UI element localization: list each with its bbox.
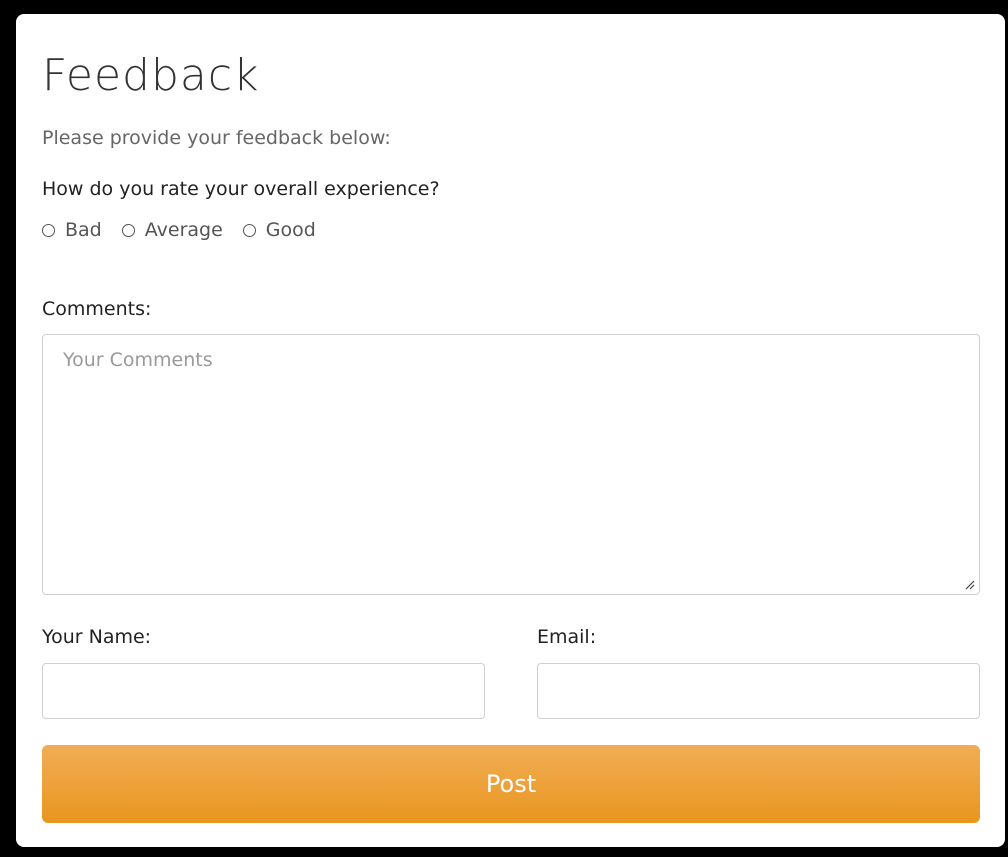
name-input[interactable] (42, 663, 485, 719)
rating-question: How do you rate your overall experience? (42, 178, 440, 200)
email-input[interactable] (537, 663, 980, 719)
form-title: Feedback (42, 50, 260, 101)
name-label: Your Name: (42, 626, 152, 648)
feedback-card: Feedback Please provide your feedback be… (16, 14, 1005, 847)
radio-unchecked-icon[interactable] (121, 223, 135, 237)
rating-option-label: Bad (65, 219, 102, 241)
form-subtitle: Please provide your feedback below: (42, 127, 391, 149)
radio-unchecked-icon[interactable] (42, 223, 55, 237)
rating-option-good[interactable]: Good (242, 219, 316, 241)
email-label: Email: (537, 626, 597, 648)
rating-option-bad[interactable]: Bad (42, 219, 102, 241)
rating-radio-group: Bad Average Good (42, 219, 316, 241)
comments-textarea[interactable] (43, 335, 979, 594)
radio-unchecked-icon[interactable] (242, 223, 256, 237)
rating-option-label: Average (144, 219, 223, 241)
post-button[interactable]: Post (42, 745, 980, 823)
rating-option-label: Good (265, 219, 316, 241)
comments-label: Comments: (42, 298, 152, 320)
rating-option-average[interactable]: Average (121, 219, 223, 241)
resize-handle-icon[interactable] (963, 578, 975, 590)
comments-textarea-container (42, 334, 980, 595)
